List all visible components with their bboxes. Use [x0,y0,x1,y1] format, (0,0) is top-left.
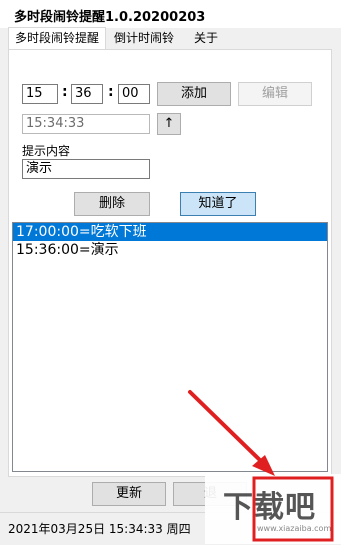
tab-multi-alarm[interactable]: 多时段闹铃提醒 [8,27,107,50]
tab-countdown[interactable]: 倒计时闹铃 [108,28,180,48]
alarm-list[interactable]: 17:00:00=吃软下班 15:36:00=演示 [12,222,328,472]
acknowledge-button[interactable]: 知道了 [180,192,256,216]
current-time-field: 15:34:33 [22,114,150,134]
refresh-button[interactable]: 更新 [92,482,166,506]
add-button[interactable]: 添加 [157,82,231,106]
hour-input[interactable]: 15 [22,84,58,104]
edit-button[interactable]: 编辑 [238,82,312,106]
reminder-label: 提示内容 [22,144,71,158]
watermark-logo: 下载吧 [223,490,316,525]
minute-input[interactable]: 36 [71,84,103,104]
window-title: 多时段闹铃提醒1.0.20200203 [14,10,206,25]
second-input[interactable]: 00 [118,84,150,104]
status-datetime: 2021年03月25日 15:34:33 周四 [8,522,191,536]
title-bar: 多时段闹铃提醒1.0.20200203 [0,0,341,28]
delete-button[interactable]: 删除 [74,192,150,216]
list-item[interactable]: 15:36:00=演示 [13,241,327,259]
watermark: 下载吧 www.xiazaiba.com [205,474,341,544]
tab-about[interactable]: 关于 [188,28,224,48]
watermark-url: www.xiazaiba.com [257,524,332,533]
copy-time-up-button[interactable]: ↑ [157,113,181,135]
reminder-input[interactable]: 演示 [22,159,150,179]
tab-strip: 多时段闹铃提醒 倒计时闹铃 关于 [0,27,341,50]
time-separator: : [62,84,68,100]
time-separator: : [108,84,114,100]
list-item[interactable]: 17:00:00=吃软下班 [13,223,327,241]
